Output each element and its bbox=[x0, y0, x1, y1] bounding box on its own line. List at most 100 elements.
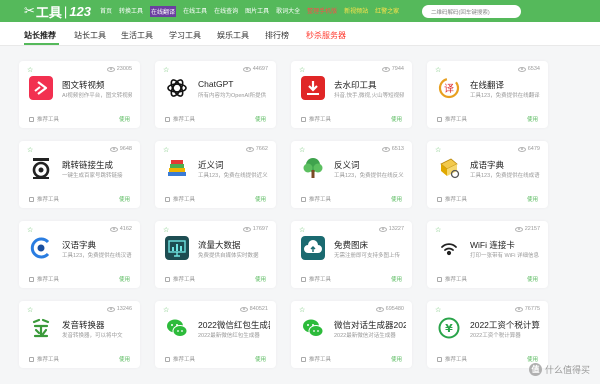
use-button[interactable]: 使用 bbox=[391, 195, 402, 203]
translate-icon: 译 bbox=[437, 76, 461, 100]
tool-card[interactable]: ☆ 17697 流量大数据 免费提供自媒体实时数据 推荐工具 使用 bbox=[155, 221, 276, 288]
use-button[interactable]: 使用 bbox=[527, 355, 538, 363]
star-icon[interactable]: ☆ bbox=[163, 146, 169, 154]
nav-item-query[interactable]: 在线查询 bbox=[214, 6, 238, 17]
use-button[interactable]: 使用 bbox=[119, 115, 130, 123]
use-button[interactable]: 使用 bbox=[255, 355, 266, 363]
recommend-label[interactable]: 推荐工具 bbox=[301, 195, 331, 203]
recommend-label[interactable]: 推荐工具 bbox=[165, 355, 195, 363]
tool-card[interactable]: ☆ 6479 成语字典 工具123，免费提供在线成语 推荐工具 使用 bbox=[427, 141, 548, 208]
star-icon[interactable]: ☆ bbox=[299, 66, 305, 74]
use-button[interactable]: 使用 bbox=[527, 115, 538, 123]
search-input[interactable]: 二维码解码(回车键搜索) bbox=[422, 5, 521, 18]
eye-icon bbox=[514, 306, 523, 312]
tab-server-deals[interactable]: 秒杀服务器 bbox=[306, 30, 346, 41]
star-icon[interactable]: ☆ bbox=[435, 66, 441, 74]
view-count: 695480 bbox=[375, 306, 404, 312]
use-button[interactable]: 使用 bbox=[527, 195, 538, 203]
c-logo-icon bbox=[29, 236, 53, 260]
tool-card[interactable]: ☆ 6513 反义词 工具123，免费提供在线反义词 推荐工具 使用 bbox=[291, 141, 412, 208]
recommend-label[interactable]: 推荐工具 bbox=[437, 355, 467, 363]
tool-card[interactable]: ☆ 76775 ¥ 2022工资个税计算 2022工资个税计算器 推荐工具 使用 bbox=[427, 301, 548, 368]
star-icon[interactable]: ☆ bbox=[299, 226, 305, 234]
use-button[interactable]: 使用 bbox=[255, 275, 266, 283]
tab-life[interactable]: 生活工具 bbox=[121, 30, 153, 41]
star-icon[interactable]: ☆ bbox=[27, 306, 33, 314]
nav-item-lyrics[interactable]: 歌词大全 bbox=[276, 6, 300, 17]
use-button[interactable]: 使用 bbox=[391, 275, 402, 283]
tab-ranking[interactable]: 排行榜 bbox=[265, 30, 289, 41]
tool-card[interactable]: ☆ 695480 微信对话生成器2022 2022最新微信对话生成器 推荐工具 … bbox=[291, 301, 412, 368]
star-icon[interactable]: ☆ bbox=[163, 306, 169, 314]
star-icon[interactable]: ☆ bbox=[163, 226, 169, 234]
star-icon[interactable]: ☆ bbox=[27, 226, 33, 234]
card-title: ChatGPT bbox=[198, 79, 234, 89]
recommend-label[interactable]: 推荐工具 bbox=[29, 195, 59, 203]
tool-card[interactable]: ☆ 13246 发音转换器 发音转换器，可以将中文 推荐工具 使用 bbox=[19, 301, 140, 368]
tool-card[interactable]: ☆ 23005 图文转视频 AI视频创作平台，图文转视频 推荐工具 使用 bbox=[19, 61, 140, 128]
eye-icon bbox=[514, 226, 523, 232]
use-button[interactable]: 使用 bbox=[255, 115, 266, 123]
view-count-value: 6534 bbox=[527, 66, 540, 72]
card-title: 免费图床 bbox=[334, 240, 369, 250]
site-logo[interactable]: ✂ 工具 | 123 bbox=[24, 0, 91, 22]
tab-entertainment[interactable]: 娱乐工具 bbox=[217, 30, 249, 41]
star-icon[interactable]: ☆ bbox=[435, 226, 441, 234]
star-icon[interactable]: ☆ bbox=[299, 306, 305, 314]
recommend-label[interactable]: 推荐工具 bbox=[165, 195, 195, 203]
logo-text: 工具 bbox=[35, 4, 62, 20]
nav-item-mobile[interactable]: 整理手机版 bbox=[307, 6, 337, 17]
star-icon[interactable]: ☆ bbox=[27, 66, 33, 74]
recommend-label[interactable]: 推荐工具 bbox=[437, 115, 467, 123]
tool-card[interactable]: ☆ 840521 2022微信红包生成器 2022最新微信红包生成器 推荐工具 … bbox=[155, 301, 276, 368]
nav-item-convert[interactable]: 转换工具 bbox=[119, 6, 143, 17]
tool-card[interactable]: ☆ 44697 ChatGPT 所有内容均为OpenAI所提供 推荐工具 使用 bbox=[155, 61, 276, 128]
category-tabs: 站长推荐 站长工具 生活工具 学习工具 娱乐工具 排行榜 秒杀服务器 bbox=[0, 22, 600, 46]
recommend-label[interactable]: 推荐工具 bbox=[437, 195, 467, 203]
star-icon[interactable]: ☆ bbox=[27, 146, 33, 154]
tab-webmaster[interactable]: 站长工具 bbox=[74, 30, 106, 41]
tab-study[interactable]: 学习工具 bbox=[169, 30, 201, 41]
recommend-text: 推荐工具 bbox=[445, 117, 468, 123]
use-button[interactable]: 使用 bbox=[391, 355, 402, 363]
card-title: 汉语字典 bbox=[62, 240, 97, 250]
star-icon[interactable]: ☆ bbox=[435, 306, 441, 314]
recommend-label[interactable]: 推荐工具 bbox=[301, 275, 331, 283]
use-button[interactable]: 使用 bbox=[119, 355, 130, 363]
recommend-label[interactable]: 推荐工具 bbox=[29, 275, 59, 283]
use-button[interactable]: 使用 bbox=[391, 115, 402, 123]
recommend-label[interactable]: 推荐工具 bbox=[165, 275, 195, 283]
tool-card[interactable]: ☆ 9648 跳转链接生成 一键生成百家号跳转链接 推荐工具 使用 bbox=[19, 141, 140, 208]
recommend-label[interactable]: 推荐工具 bbox=[437, 275, 467, 283]
eye-icon bbox=[109, 226, 118, 232]
tool-card[interactable]: ☆ 13227 免费图床 无需注册即可支持多图上传 推荐工具 使用 bbox=[291, 221, 412, 288]
recommend-label[interactable]: 推荐工具 bbox=[301, 355, 331, 363]
recommend-label[interactable]: 推荐工具 bbox=[301, 115, 331, 123]
nav-item-redalert[interactable]: 红警之家 bbox=[375, 6, 399, 17]
nav-item-video[interactable]: 新视频站 bbox=[344, 6, 368, 17]
tool-card[interactable]: ☆ 7944 去水印工具 抖音,快手,微视,火山等短视频 推荐工具 使用 bbox=[291, 61, 412, 128]
star-icon[interactable]: ☆ bbox=[163, 66, 169, 74]
recommend-label[interactable]: 推荐工具 bbox=[29, 355, 59, 363]
tab-recommended[interactable]: 站长推荐 bbox=[24, 30, 56, 41]
tool-card[interactable]: ☆ 4162 汉语字典 工具123，免费提供在线汉语 推荐工具 使用 bbox=[19, 221, 140, 288]
star-icon[interactable]: ☆ bbox=[435, 146, 441, 154]
nav-item-online-tools[interactable]: 在线工具 bbox=[183, 6, 207, 17]
tool-card[interactable]: ☆ 7662 近义词 工具123，免费在线提供近义词 推荐工具 使用 bbox=[155, 141, 276, 208]
use-button[interactable]: 使用 bbox=[119, 275, 130, 283]
nav-item-translate[interactable]: 在线翻译 bbox=[150, 5, 177, 17]
card-description: 2022工资个税计算器 bbox=[470, 333, 521, 339]
watermark: 值 什么值得买 bbox=[528, 363, 590, 376]
star-icon[interactable]: ☆ bbox=[299, 146, 305, 154]
recommend-label[interactable]: 推荐工具 bbox=[29, 115, 59, 123]
thumbs-up-icon bbox=[301, 356, 306, 362]
tool-card[interactable]: ☆ 6534 译 在线翻译 工具123，免费提供在线翻译 推荐工具 使用 bbox=[427, 61, 548, 128]
view-count: 17697 bbox=[242, 226, 268, 232]
use-button[interactable]: 使用 bbox=[119, 195, 130, 203]
use-button[interactable]: 使用 bbox=[527, 275, 538, 283]
tool-card[interactable]: ☆ 22157 WiFi 连接卡 打印一张带有 WiFi 详细信息 推荐工具 使… bbox=[427, 221, 548, 288]
nav-item-image-tools[interactable]: 图片工具 bbox=[245, 6, 269, 17]
use-button[interactable]: 使用 bbox=[255, 195, 266, 203]
recommend-label[interactable]: 推荐工具 bbox=[165, 115, 195, 123]
nav-item-home[interactable]: 首页 bbox=[100, 6, 112, 17]
